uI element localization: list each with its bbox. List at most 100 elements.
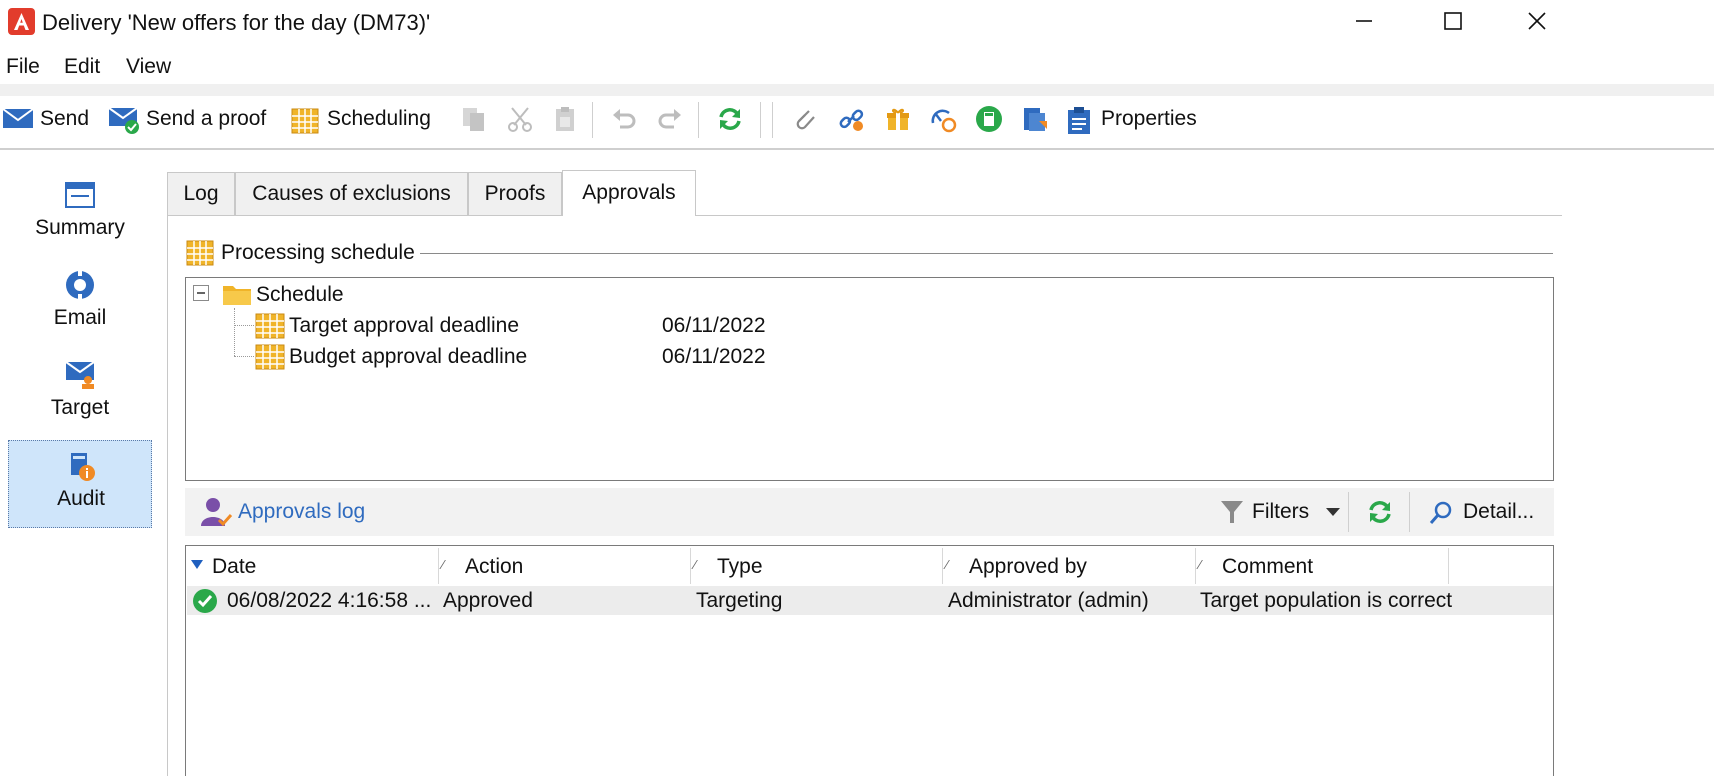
tab-log[interactable]: Log: [167, 172, 235, 215]
column-header-approved-by[interactable]: ⁄ Approved by: [943, 547, 1195, 585]
schedule-tree: [185, 277, 1554, 481]
detail-label: Detail...: [1463, 500, 1535, 523]
nav-audit-label: Audit: [57, 487, 105, 510]
calendar-icon: [255, 313, 285, 339]
tree-connector: [234, 308, 236, 356]
refresh-icon[interactable]: [1366, 498, 1394, 526]
approved-check-icon: [193, 589, 217, 613]
refresh-icon[interactable]: [716, 105, 744, 133]
envelope-icon: [2, 108, 34, 128]
calendar-icon: [291, 108, 319, 134]
tree-connector: [234, 356, 254, 357]
column-header-action[interactable]: ⁄ Action: [439, 547, 691, 585]
offer-icon[interactable]: [884, 105, 912, 133]
sort-descending-icon: [191, 560, 203, 569]
window-title: Delivery 'New offers for the day (DM73)': [42, 10, 431, 35]
paste-icon[interactable]: [551, 105, 579, 133]
undo-icon[interactable]: [610, 105, 638, 133]
toolbar-separator: [772, 102, 773, 138]
column-divider[interactable]: [1448, 548, 1449, 584]
toolbar-separator: [760, 102, 761, 138]
sort-indicator-icon: ⁄: [946, 557, 949, 572]
send-label: Send: [40, 107, 90, 130]
chevron-down-icon: [1326, 508, 1340, 516]
sort-indicator-icon: ⁄: [694, 557, 697, 572]
column-header-label: Action: [465, 555, 524, 578]
nav-audit[interactable]: Audit: [8, 440, 152, 528]
menu-edit[interactable]: Edit: [64, 55, 100, 79]
cut-icon[interactable]: [506, 105, 534, 133]
active-tab-joint: [563, 214, 695, 217]
toolbar-separator: [698, 102, 699, 138]
menu-file[interactable]: File: [6, 55, 40, 79]
toolbar-separator: [592, 102, 593, 138]
tree-connector: [234, 325, 254, 326]
menu-view[interactable]: View: [126, 55, 171, 79]
send-proof-button[interactable]: Send a proof: [108, 102, 273, 140]
search-icon: [1429, 501, 1452, 524]
column-header-label: Comment: [1222, 555, 1314, 578]
sort-indicator-icon: ⁄: [442, 557, 445, 572]
processing-schedule-title: Processing schedule: [221, 241, 419, 265]
column-header-label: Approved by: [969, 555, 1087, 578]
send-button[interactable]: Send: [2, 102, 92, 140]
nav-email-label: Email: [53, 306, 107, 329]
schedule-item-date: 06/11/2022: [662, 314, 766, 337]
link-icon[interactable]: [837, 105, 865, 133]
calculator-icon[interactable]: [975, 105, 1003, 133]
proof-envelope-icon: [108, 107, 139, 134]
properties-label: Properties: [1101, 107, 1197, 130]
cell-action: Approved: [443, 589, 533, 612]
clipboard-icon: [1068, 107, 1090, 134]
minimize-button[interactable]: [1339, 4, 1389, 38]
schedule-item-label: Target approval deadline: [289, 314, 519, 337]
document-tag-icon[interactable]: [1021, 105, 1049, 133]
tab-causes-of-exclusions[interactable]: Causes of exclusions: [235, 172, 468, 215]
minimize-icon: [1356, 20, 1372, 22]
schedule-root-label[interactable]: Schedule: [256, 283, 344, 307]
filters-label: Filters: [1252, 500, 1310, 523]
properties-button[interactable]: Properties: [1066, 102, 1206, 140]
close-icon: [1528, 12, 1546, 30]
collapse-icon[interactable]: [193, 285, 210, 302]
copy-icon[interactable]: [460, 105, 488, 133]
section-divider: [420, 253, 1553, 254]
nav-target[interactable]: Target: [8, 352, 152, 440]
nav-summary[interactable]: Summary: [8, 172, 152, 260]
toolbar-separator: [1348, 492, 1349, 532]
approvals-log-title[interactable]: Approvals log: [238, 500, 365, 524]
scheduling-button[interactable]: Scheduling: [290, 102, 440, 140]
attachment-icon[interactable]: [791, 105, 819, 133]
folder-icon: [223, 286, 251, 305]
column-header-date[interactable]: Date: [187, 547, 439, 585]
column-header-label: Date: [212, 555, 257, 578]
audit-icon: [71, 453, 95, 481]
cell-date: 06/08/2022 4:16:58 ...: [227, 589, 432, 612]
redo-icon[interactable]: [656, 105, 684, 133]
column-header-type[interactable]: ⁄ Type: [691, 547, 943, 585]
detail-button[interactable]: Detail...: [1428, 496, 1543, 528]
filter-icon: [1221, 501, 1243, 523]
nav-target-label: Target: [50, 396, 110, 419]
email-icon: [66, 270, 94, 300]
tab-proofs[interactable]: Proofs: [468, 172, 562, 215]
calendar-icon: [186, 240, 214, 266]
toolbar-separator: [1409, 492, 1410, 532]
filters-dropdown[interactable]: Filters: [1218, 496, 1343, 528]
nav-email[interactable]: Email: [8, 262, 152, 350]
target-icon: [65, 361, 95, 389]
calendar-icon: [255, 344, 285, 370]
maximize-icon: [1444, 12, 1462, 30]
close-button[interactable]: [1512, 4, 1562, 38]
tracking-icon[interactable]: [929, 105, 957, 133]
cell-comment: Target population is correct: [1200, 589, 1453, 612]
tab-approvals[interactable]: Approvals: [562, 170, 696, 215]
sort-indicator-icon: ⁄: [1199, 557, 1202, 572]
send-proof-label: Send a proof: [146, 107, 267, 130]
column-header-comment[interactable]: ⁄ Comment: [1196, 547, 1448, 585]
cell-approved-by: Administrator (admin): [948, 589, 1149, 612]
schedule-item[interactable]: Target approval deadline 06/11/2022: [255, 310, 795, 340]
schedule-item[interactable]: Budget approval deadline 06/11/2022: [255, 341, 795, 371]
maximize-button[interactable]: [1428, 4, 1478, 38]
approver-icon: [201, 498, 233, 527]
